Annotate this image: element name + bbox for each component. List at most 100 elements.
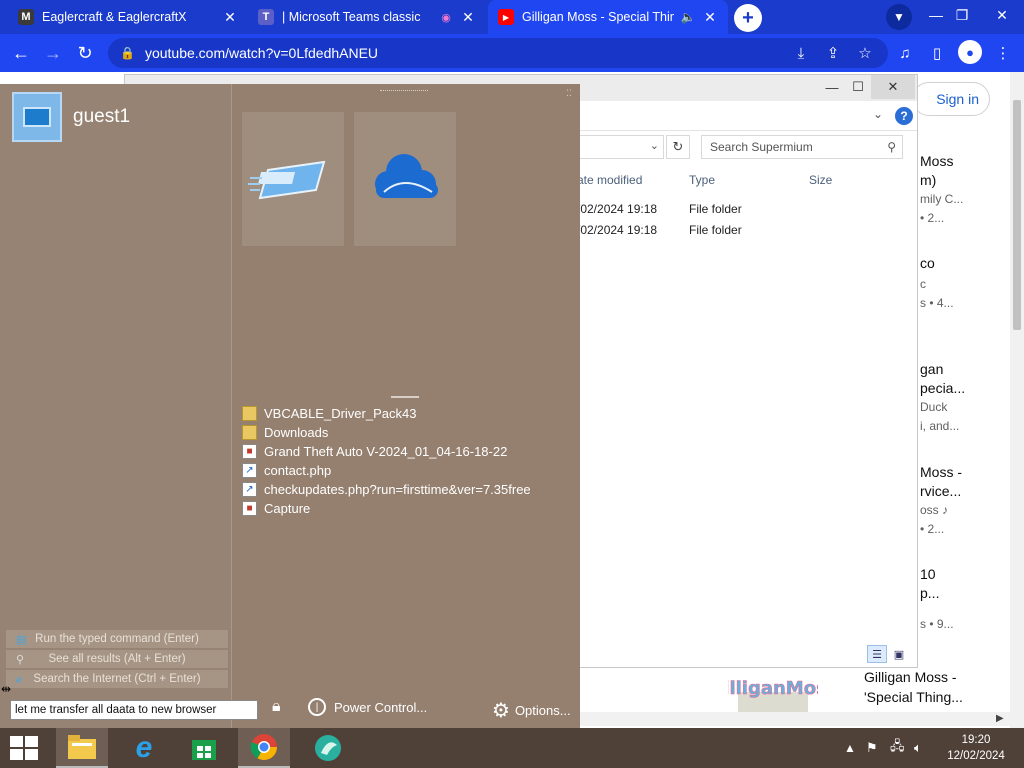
close-tab-icon[interactable]: ✕	[460, 9, 476, 26]
media-control-icon[interactable]: ♫	[892, 40, 918, 66]
recommendation-meta: • 2...	[920, 211, 945, 225]
options-label: Options...	[514, 703, 571, 718]
address-bar[interactable]: 🔒 youtube.com/watch?v=0LfdedhANEU	[108, 38, 888, 68]
new-tab-button[interactable]: +	[734, 4, 762, 32]
tab-eaglercraft[interactable]: M Eaglercraft & EaglercraftX ✕	[8, 0, 248, 34]
tab-youtube[interactable]: ▶ Gilligan Moss - Special Thing 🔈 ✕	[488, 0, 728, 34]
recommendation-meta: oss ♪	[920, 503, 949, 517]
search-internet-action[interactable]: ℯ Search the Internet (Ctrl + Enter)	[6, 670, 228, 688]
browser-toolbar: ← → ↻ 🔒 youtube.com/watch?v=0LfdedhANEU …	[0, 34, 1024, 72]
address-dropdown-chevron-icon[interactable]: ⌄	[650, 139, 659, 152]
recent-item[interactable]: ↗ checkupdates.php?run=firsttime&ver=7.3…	[242, 482, 531, 497]
explorer-close-icon[interactable]: ✕	[871, 75, 915, 99]
options-button[interactable]: ⚙ Options...	[492, 698, 571, 723]
run-command-action[interactable]: ▤ Run the typed command (Enter)	[6, 630, 228, 648]
user-name[interactable]: guest1	[73, 106, 130, 128]
network-icon[interactable]: 🖧	[890, 728, 905, 768]
chrome-taskbar-icon[interactable]	[238, 728, 290, 768]
folder-icon	[242, 425, 257, 440]
action-label: Search the Internet (Ctrl + Enter)	[33, 673, 201, 685]
scrollbar-thumb[interactable]	[1013, 100, 1021, 330]
ribbon-expand-chevron-icon[interactable]: ⌄	[873, 107, 883, 121]
scroll-right-icon[interactable]: ▶	[996, 713, 1004, 724]
explorer-maximize-icon[interactable]: ☐	[843, 75, 873, 99]
recommendation-item[interactable]: 10 p... s • 9...	[920, 565, 1010, 634]
speaker-icon[interactable]: 🔈	[680, 10, 696, 24]
recent-item[interactable]: ↗ contact.php	[242, 463, 331, 478]
video-thumbnail[interactable]: GilliganMoss	[728, 672, 818, 712]
pinned-tile-supermium[interactable]	[242, 112, 344, 246]
power-control-button[interactable]: | Power Control...	[308, 698, 427, 716]
recent-item[interactable]: VBCABLE_Driver_Pack43	[242, 406, 416, 421]
recommendation-meta: • 2...	[920, 522, 945, 536]
reload-icon[interactable]: ↻	[72, 40, 98, 66]
row-type[interactable]: File folder	[689, 223, 742, 237]
taskbar: e ▲ ⚑ 🖧 🔈︎ 19:20 12/02/2024	[0, 728, 1024, 768]
recent-item[interactable]: Downloads	[242, 425, 328, 440]
forward-arrow-icon[interactable]: →	[40, 40, 66, 66]
column-type[interactable]: Type	[689, 173, 715, 187]
column-date-modified[interactable]: ate modified	[577, 173, 642, 187]
menu-kebab-icon[interactable]: ⋮	[990, 40, 1016, 66]
sign-in-button[interactable]: Sign in	[912, 82, 990, 116]
recent-item[interactable]: ■ Grand Theft Auto V-2024_01_04-16-18-22	[242, 444, 507, 459]
close-window-icon[interactable]: ✕	[984, 0, 1020, 30]
internet-explorer-taskbar-icon[interactable]: e	[118, 728, 170, 768]
row-type[interactable]: File folder	[689, 202, 742, 216]
lock-icon[interactable]: 🔒︎	[272, 698, 281, 716]
recommendation-item[interactable]: co c s • 4...	[920, 254, 1010, 313]
profile-avatar-icon[interactable]: ●	[958, 40, 982, 64]
recommendation-item[interactable]: Gilligan Moss - 'Special Thing...	[864, 667, 963, 707]
resize-corner-icon[interactable]: ⁚⁚	[566, 88, 572, 99]
explorer-refresh-icon[interactable]: ↻	[666, 135, 690, 159]
lock-icon: 🔒	[120, 46, 135, 60]
shortcut-file-icon: ↗	[242, 482, 257, 497]
file-explorer-taskbar-icon[interactable]	[56, 728, 108, 768]
recording-icon: ◉	[441, 11, 451, 24]
page-scrollbar[interactable]	[1010, 72, 1024, 728]
resize-grip[interactable]	[380, 90, 428, 93]
system-clock[interactable]: 19:20 12/02/2024	[934, 732, 1018, 764]
search-icon: ⚲	[16, 653, 25, 666]
volume-icon[interactable]: 🔈︎	[914, 728, 922, 768]
recent-item-label: Downloads	[264, 425, 329, 440]
tab-search-chevron-icon[interactable]: ▼	[886, 4, 912, 30]
share-icon[interactable]: ⇪	[820, 40, 846, 66]
recent-item[interactable]: ■ Capture	[242, 501, 310, 516]
tab-teams[interactable]: T | Microsoft Teams classic ◉ ✕	[248, 0, 486, 34]
install-icon[interactable]: ⤓	[788, 40, 814, 66]
pinned-tile-onedrive[interactable]	[354, 112, 456, 246]
show-hidden-icons-icon[interactable]: ▲	[844, 728, 856, 768]
recommendation-title: 10	[920, 566, 936, 582]
row-date[interactable]: /02/2024 19:18	[577, 223, 657, 237]
recommendation-title: 'Special Thing...	[864, 689, 963, 705]
flag-icon[interactable]: ⚑	[866, 728, 878, 768]
store-taskbar-icon[interactable]	[178, 728, 230, 768]
youtube-favicon-icon: ▶	[498, 9, 514, 25]
explorer-search-input[interactable]: Search Supermium ⚲	[701, 135, 903, 159]
back-arrow-icon[interactable]: ←	[8, 40, 34, 66]
recommendation-item[interactable]: Moss - rvice... oss ♪ • 2...	[920, 463, 1010, 539]
recommendation-meta: s • 9...	[920, 617, 954, 631]
row-date[interactable]: /02/2024 19:18	[577, 202, 657, 216]
app-taskbar-icon[interactable]	[302, 728, 354, 768]
explorer-address-bar[interactable]: ⌄	[580, 135, 664, 159]
user-picture-icon[interactable]	[12, 92, 62, 142]
see-all-results-action[interactable]: ⚲ See all results (Alt + Enter)	[6, 650, 228, 668]
restore-icon[interactable]: ❐	[944, 0, 980, 30]
details-view-icon[interactable]: ☰	[867, 645, 887, 663]
close-tab-icon[interactable]: ✕	[222, 9, 238, 26]
run-icon: ▤	[16, 633, 27, 646]
help-icon[interactable]: ?	[895, 107, 913, 125]
windows-start-icon[interactable]	[10, 736, 38, 760]
address-url: youtube.com/watch?v=0LfdedhANEU	[144, 45, 379, 61]
recommendation-item[interactable]: Moss m) mily C... • 2...	[920, 152, 1010, 228]
recommendation-item[interactable]: gan pecia... Duck i, and...	[920, 360, 1010, 436]
column-size[interactable]: Size	[809, 173, 832, 187]
horizontal-scrollbar[interactable]	[580, 712, 1010, 726]
start-search-input[interactable]: let me transfer all daata to new browser	[10, 700, 258, 720]
side-panel-icon[interactable]: ▯	[924, 40, 950, 66]
large-icons-view-icon[interactable]: ▣	[889, 645, 909, 663]
close-tab-icon[interactable]: ✕	[702, 9, 718, 26]
bookmark-star-icon[interactable]: ☆	[852, 40, 878, 66]
